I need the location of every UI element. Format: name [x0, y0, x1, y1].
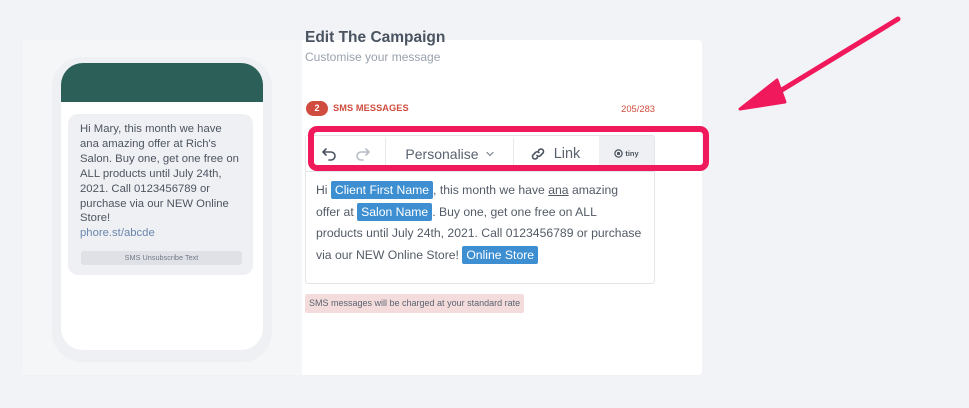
phone-header: [61, 63, 263, 102]
page-title: Edit The Campaign: [305, 29, 446, 46]
token-client-first-name[interactable]: Client First Name: [330, 181, 434, 199]
editor-text: Hi: [316, 183, 331, 197]
sms-counter: 2 SMS MESSAGES 205/283: [305, 97, 655, 120]
phone-screen: Hi Mary, this month we have ana amazing …: [61, 63, 263, 350]
message-count-label: SMS MESSAGES: [333, 103, 409, 113]
token-online-store[interactable]: Online Store: [462, 245, 539, 264]
unsubscribe-text: SMS Unsubscribe Text: [81, 251, 242, 265]
highlight-annotation: [308, 126, 709, 171]
message-count-badge: 2: [306, 101, 328, 116]
arrow-annotation: [738, 16, 901, 111]
page-subtitle: Customise your message: [305, 50, 441, 64]
character-count: 205/283: [621, 103, 655, 114]
sms-preview-bubble: Hi Mary, this month we have ana amazing …: [68, 114, 253, 275]
spellcheck-word[interactable]: ana: [548, 183, 568, 197]
token-salon-name[interactable]: Salon Name: [357, 202, 433, 221]
phone-mockup: Hi Mary, this month we have ana amazing …: [52, 57, 272, 362]
editor-content[interactable]: Hi Client First Name, this month we have…: [316, 180, 644, 266]
sms-charge-notice: SMS messages will be charged at your sta…: [305, 294, 525, 313]
sms-preview-text: Hi Mary, this month we have ana amazing …: [80, 123, 239, 225]
preview-pane: Hi Mary, this month we have ana amazing …: [22, 40, 302, 375]
editor-text: , this month we have: [433, 183, 549, 197]
sms-preview-link[interactable]: phore.st/abcde: [80, 226, 241, 241]
